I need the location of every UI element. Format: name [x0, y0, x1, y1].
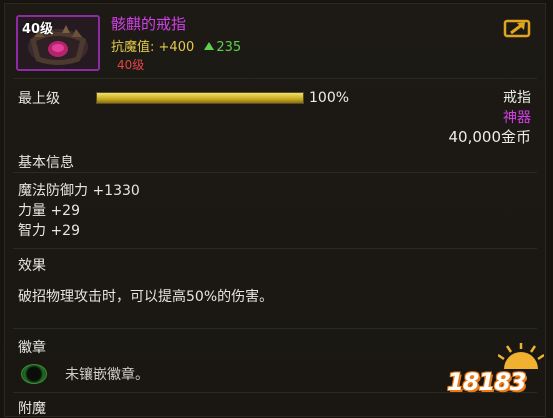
emblem-divider: [13, 328, 537, 329]
sun-logo-icon: [498, 343, 544, 369]
stat-value: +400: [158, 40, 195, 55]
emblem-slot-icon[interactable]: [21, 364, 47, 384]
stat-label: 抗魔值:: [111, 40, 155, 55]
site-watermark: 18183: [447, 368, 526, 396]
item-icon[interactable]: 40级: [16, 15, 100, 71]
effect-divider: [13, 248, 537, 249]
enchant-title: 附魔: [18, 401, 46, 417]
basic-info-title: 基本信息: [18, 155, 74, 171]
stat-delta: 235: [216, 40, 242, 55]
header-divider: [13, 78, 537, 79]
item-tooltip: 40级 骸麒的戒指 抗魔值: +400 235 40级 最上级 100% 戒指 …: [4, 3, 546, 417]
stat-line: 抗魔值: +400 235: [111, 36, 241, 55]
share-arrow-icon[interactable]: [503, 17, 533, 39]
level-progress-bar: [96, 92, 304, 104]
item-icon-level: 40级: [22, 22, 54, 37]
attribute-line: 智力 +29: [18, 223, 80, 239]
level-percent: 100%: [309, 90, 350, 106]
emblem-slot-text: 未镶嵌徽章。: [65, 367, 149, 383]
attribute-line: 魔法防御力 +1330: [18, 183, 140, 199]
level-label: 最上级: [18, 91, 60, 107]
effect-text: 破招物理攻击时，可以提高50%的伤害。: [18, 289, 274, 305]
effect-title: 效果: [18, 258, 46, 274]
item-rarity: 神器: [503, 110, 531, 126]
increase-arrow-icon: [204, 42, 215, 50]
item-name: 骸麒的戒指: [111, 15, 187, 33]
item-price: 40,000金币: [448, 128, 532, 146]
emblem-title: 徽章: [18, 340, 46, 356]
level-progress-fill: [97, 93, 303, 103]
attribute-line: 力量 +29: [18, 203, 80, 219]
basic-info-divider: [13, 172, 537, 173]
required-level: 40级: [117, 58, 145, 72]
item-type: 戒指: [503, 90, 531, 106]
